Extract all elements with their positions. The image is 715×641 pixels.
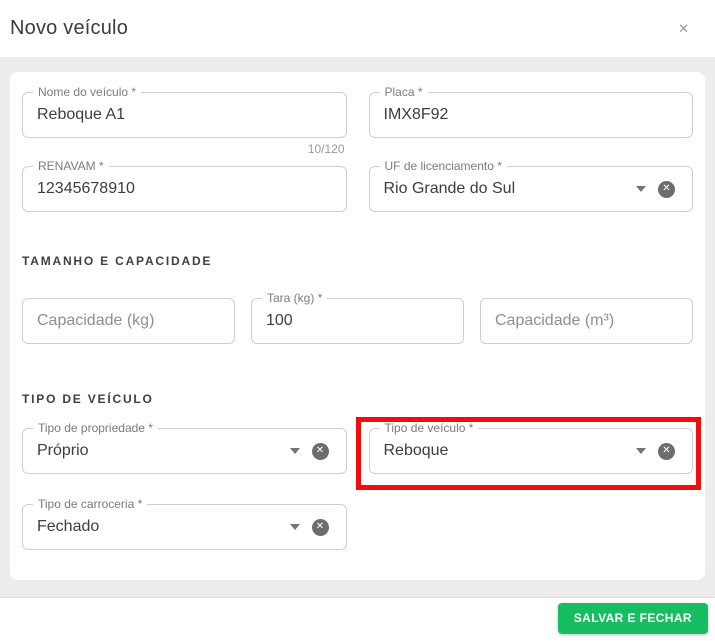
body-type-value: Fechado (37, 518, 290, 536)
ownership-type-label: Tipo de propriedade * (33, 421, 158, 435)
chevron-down-icon[interactable] (290, 524, 300, 530)
capacity-kg-field[interactable] (22, 298, 235, 344)
tare-field[interactable]: Tara (kg) * (251, 298, 464, 344)
section-vehicle-type: TIPO DE VEÍCULO (22, 392, 693, 406)
clear-x-glyph: ✕ (316, 446, 324, 456)
clear-x-glyph: ✕ (662, 184, 670, 194)
vehicle-type-label: Tipo de veículo * (380, 421, 479, 435)
clear-icon[interactable]: ✕ (658, 181, 675, 198)
save-and-close-button[interactable]: SALVAR E FECHAR (558, 603, 708, 634)
license-state-label: UF de licenciamento * (380, 159, 507, 173)
plate-field[interactable]: Placa * (369, 92, 694, 138)
row-bodytype: Tipo de carroceria * Fechado ✕ (22, 504, 693, 550)
vehicle-type-select[interactable]: Tipo de veículo * Reboque ✕ (369, 428, 694, 474)
row-ownership-vehicletype: Tipo de propriedade * Próprio ✕ Tipo de … (22, 428, 693, 474)
dialog-header: Novo veículo ✕ (0, 0, 715, 57)
capacity-kg-input[interactable] (37, 312, 220, 330)
tare-label: Tara (kg) * (262, 291, 327, 305)
page-title: Novo veículo (10, 17, 128, 40)
clear-x-glyph: ✕ (662, 446, 670, 456)
chevron-down-icon[interactable] (636, 186, 646, 192)
row-name-plate: Nome do veículo * Placa * (22, 92, 693, 138)
char-counter: 10/120 (22, 142, 347, 156)
chevron-down-icon[interactable] (290, 448, 300, 454)
dialog-body: Nome do veículo * Placa * 10/120 (0, 57, 715, 597)
body-type-select[interactable]: Tipo de carroceria * Fechado ✕ (22, 504, 347, 550)
chevron-down-icon[interactable] (636, 448, 646, 454)
clear-icon[interactable]: ✕ (658, 443, 675, 460)
license-state-select[interactable]: UF de licenciamento * Rio Grande do Sul … (369, 166, 694, 212)
capacity-m3-field[interactable] (480, 298, 693, 344)
ownership-type-select[interactable]: Tipo de propriedade * Próprio ✕ (22, 428, 347, 474)
renavam-input[interactable] (37, 180, 332, 198)
clear-icon[interactable]: ✕ (312, 443, 329, 460)
close-icon[interactable]: ✕ (674, 18, 693, 39)
vehicle-type-value: Reboque (384, 442, 637, 460)
clear-x-glyph: ✕ (316, 522, 324, 532)
license-state-value: Rio Grande do Sul (384, 180, 637, 198)
dialog-footer: SALVAR E FECHAR (0, 597, 715, 641)
row-capacities: Tara (kg) * (22, 298, 693, 344)
section-size-capacity: TAMANHO E CAPACIDADE (22, 254, 693, 268)
plate-label: Placa * (380, 85, 428, 99)
capacity-m3-input[interactable] (495, 312, 678, 330)
vehicle-name-field[interactable]: Nome do veículo * (22, 92, 347, 138)
renavam-field[interactable]: RENAVAM * (22, 166, 347, 212)
body-type-label: Tipo de carroceria * (33, 497, 147, 511)
vehicle-name-input[interactable] (37, 106, 332, 124)
counter-row: 10/120 (22, 142, 693, 156)
vehicle-name-label: Nome do veículo * (33, 85, 141, 99)
form-card: Nome do veículo * Placa * 10/120 (10, 72, 705, 580)
plate-input[interactable] (384, 106, 679, 124)
clear-icon[interactable]: ✕ (312, 519, 329, 536)
tare-input[interactable] (266, 312, 449, 330)
row-renavam-uf: RENAVAM * UF de licenciamento * Rio Gran… (22, 166, 693, 212)
new-vehicle-dialog: Novo veículo ✕ Nome do veículo * Placa * (0, 0, 715, 641)
renavam-label: RENAVAM * (33, 159, 109, 173)
ownership-type-value: Próprio (37, 442, 290, 460)
